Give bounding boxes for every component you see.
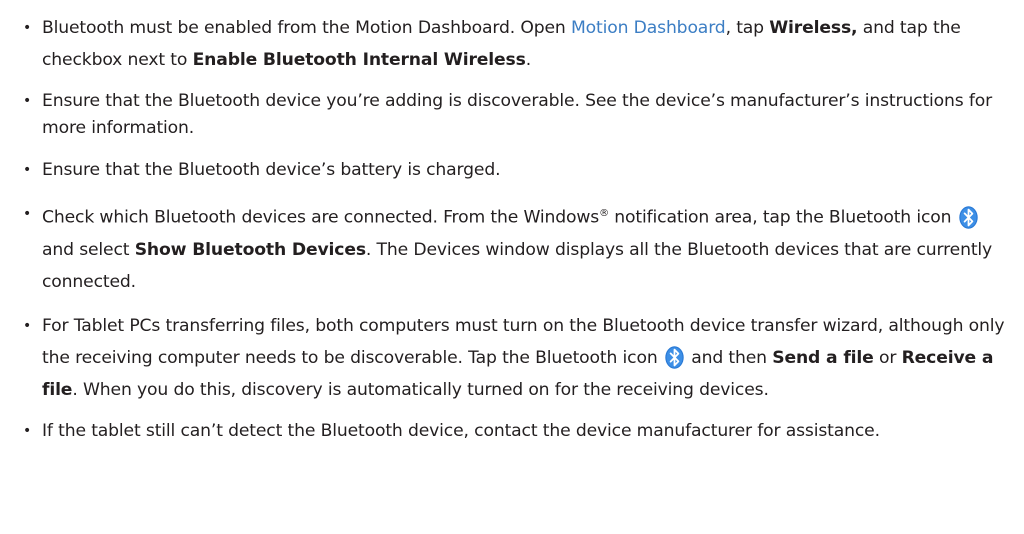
item-text: . When you do this, discovery is automat… xyxy=(72,379,769,400)
motion-dashboard-link[interactable]: Motion Dashboard xyxy=(571,18,726,38)
list-item-connected-devices: Check which Bluetooth devices are connec… xyxy=(0,198,1024,298)
list-item-discoverable: Ensure that the Bluetooth device you’re … xyxy=(0,88,1024,142)
item-text: , tap xyxy=(725,18,770,38)
list-item-transfer-files: For Tablet PCs transferring files, both … xyxy=(0,310,1024,406)
item-text: or xyxy=(873,347,902,368)
item-text: Ensure that the Bluetooth device you’re … xyxy=(42,91,993,138)
item-text: If the tablet still can’t detect the Blu… xyxy=(42,420,880,441)
item-text: Ensure that the Bluetooth device’s batte… xyxy=(42,160,501,180)
item-text: Bluetooth must be enabled from the Motio… xyxy=(42,18,571,38)
bluetooth-icon xyxy=(665,346,684,369)
item-text: . xyxy=(525,50,532,70)
send-file-bold-label: Send a file xyxy=(772,347,874,368)
show-bluetooth-devices-bold-label: Show Bluetooth Devices xyxy=(134,239,366,260)
item-text: and then xyxy=(685,347,773,368)
enable-bluetooth-bold-label: Enable Bluetooth Internal Wireless xyxy=(192,50,526,70)
item-text: Check which Bluetooth devices are connec… xyxy=(42,207,600,228)
list-item-battery: Ensure that the Bluetooth device’s batte… xyxy=(0,154,1024,186)
troubleshooting-list: Bluetooth must be enabled from the Motio… xyxy=(0,12,1024,445)
bluetooth-icon xyxy=(958,206,978,229)
item-text: notification area, tap the Bluetooth ico… xyxy=(608,207,957,228)
list-item-contact-manufacturer: If the tablet still can’t detect the Blu… xyxy=(0,418,1024,445)
registered-mark: ® xyxy=(599,208,609,219)
list-item-enable-bluetooth: Bluetooth must be enabled from the Motio… xyxy=(0,12,1024,76)
wireless-bold-label: Wireless, xyxy=(769,18,858,38)
document-page: Bluetooth must be enabled from the Motio… xyxy=(0,0,1024,534)
item-text: and select xyxy=(42,239,135,260)
